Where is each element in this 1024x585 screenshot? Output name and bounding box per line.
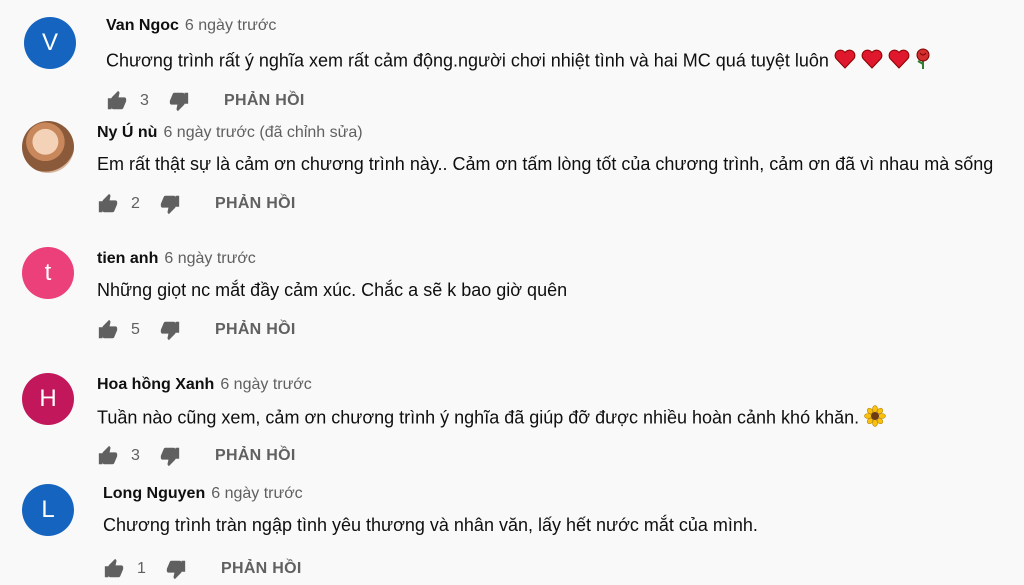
comment-actions: 1 PHẢN HỒI (103, 558, 302, 580)
reply-button[interactable]: PHẢN HỒI (215, 447, 296, 465)
comment-header: Ny Ú nù 6 ngày trước (đã chỉnh sửa) (97, 124, 363, 142)
like-count: 1 (137, 560, 146, 577)
thumbs-up-icon[interactable] (97, 193, 119, 215)
avatar[interactable]: V (24, 17, 76, 69)
heart-emoji-icon (888, 49, 910, 74)
comment-text-content: Tuần nào cũng xem, cảm ơn chương trình ý… (97, 407, 860, 428)
comment-text: Những giọt nc mắt đầy cảm xúc. Chắc a sẽ… (97, 280, 567, 301)
avatar[interactable]: L (22, 484, 74, 536)
author-name[interactable]: Ny Ú nù (97, 124, 157, 141)
comment-text-content: Chương trình rất ý nghĩa xem rất cảm độn… (106, 50, 829, 71)
sunflower-emoji-icon (864, 405, 886, 432)
thumbs-down-icon[interactable] (159, 193, 181, 215)
timestamp[interactable]: 6 ngày trước (đã chỉnh sửa) (163, 124, 362, 141)
timestamp[interactable]: 6 ngày trước (211, 485, 302, 502)
reply-button[interactable]: PHẢN HỒI (221, 560, 302, 578)
thumbs-up-icon[interactable] (103, 558, 125, 580)
thumbs-up-icon[interactable] (106, 90, 128, 112)
thumbs-down-icon[interactable] (165, 558, 187, 580)
timestamp[interactable]: 6 ngày trước (185, 17, 276, 34)
comment-header: Hoa hồng Xanh 6 ngày trước (97, 376, 312, 394)
reply-button[interactable]: PHẢN HỒI (215, 195, 296, 213)
comment-text: Tuần nào cũng xem, cảm ơn chương trình ý… (97, 405, 886, 432)
heart-emoji-icon (861, 49, 883, 74)
thumbs-down-icon[interactable] (168, 90, 190, 112)
comment-text: Em rất thật sự là cảm ơn chương trình nà… (97, 154, 993, 175)
reply-button[interactable]: PHẢN HỒI (224, 92, 305, 110)
comment-actions: 5 PHẢN HỒI (97, 319, 296, 341)
avatar[interactable]: H (22, 373, 74, 425)
thumbs-down-icon[interactable] (159, 445, 181, 467)
like-count: 2 (131, 195, 140, 212)
comment-header: tien anh 6 ngày trước (97, 250, 256, 268)
thumbs-down-icon[interactable] (159, 319, 181, 341)
heart-emoji-icon (834, 49, 856, 74)
avatar[interactable]: t (22, 247, 74, 299)
comment-text-content: Em rất thật sự là cảm ơn chương trình nà… (97, 154, 994, 174)
comment-header: Long Nguyen 6 ngày trước (103, 485, 303, 503)
like-count: 3 (131, 447, 140, 464)
comment-actions: 3 PHẢN HỒI (97, 445, 296, 467)
like-count: 5 (131, 321, 140, 338)
comment-header: Van Ngoc 6 ngày trước (106, 17, 276, 35)
like-count: 3 (140, 92, 149, 109)
comment-text-content: Những giọt nc mắt đầy cảm xúc. Chắc a sẽ… (97, 280, 568, 300)
thumbs-up-icon[interactable] (97, 445, 119, 467)
author-name[interactable]: Van Ngoc (106, 17, 179, 34)
author-name[interactable]: Hoa hồng Xanh (97, 376, 214, 393)
comment-text: Chương trình tràn ngập tình yêu thương v… (103, 515, 758, 536)
comment-text: Chương trình rất ý nghĩa xem rất cảm độn… (106, 48, 931, 75)
comment-text-content: Chương trình tràn ngập tình yêu thương v… (103, 515, 758, 535)
reply-button[interactable]: PHẢN HỒI (215, 321, 296, 339)
author-name[interactable]: tien anh (97, 250, 158, 267)
timestamp[interactable]: 6 ngày trước (164, 250, 255, 267)
comment-actions: 2 PHẢN HỒI (97, 193, 296, 215)
thumbs-up-icon[interactable] (97, 319, 119, 341)
avatar[interactable] (22, 121, 74, 173)
timestamp[interactable]: 6 ngày trước (220, 376, 311, 393)
comment-actions: 3 PHẢN HỒI (106, 90, 305, 112)
rose-emoji-icon (915, 48, 931, 75)
author-name[interactable]: Long Nguyen (103, 485, 205, 502)
